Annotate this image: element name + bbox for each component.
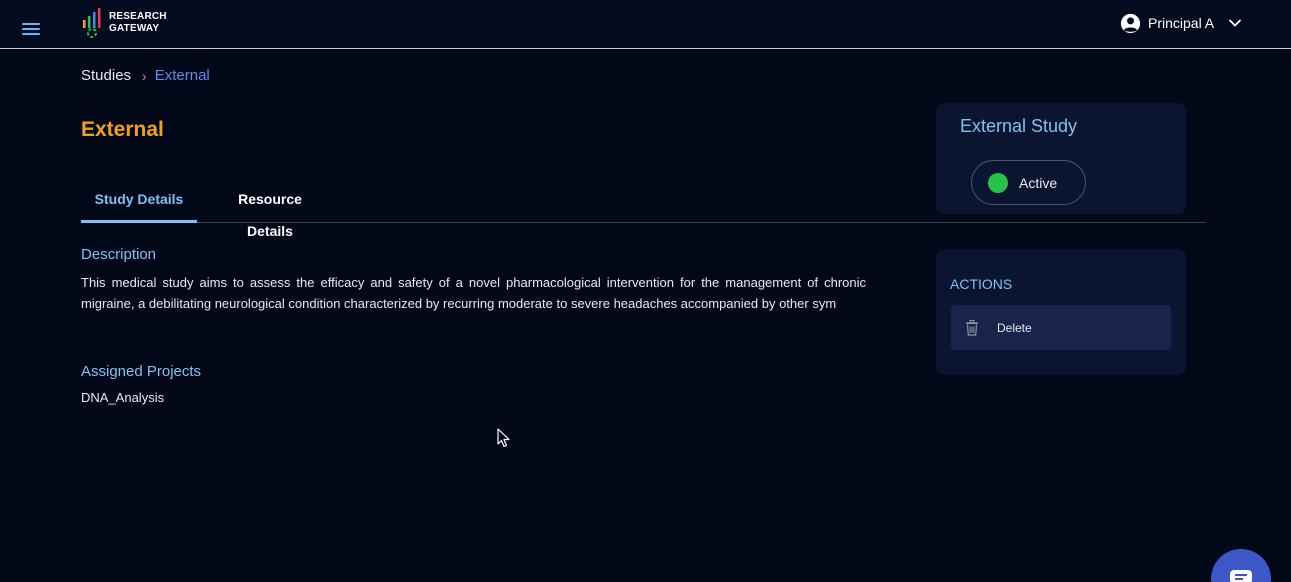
breadcrumb-current: External — [154, 67, 210, 84]
mouse-cursor-icon — [497, 428, 510, 448]
hamburger-icon[interactable] — [22, 23, 40, 37]
chat-button[interactable] — [1211, 549, 1271, 582]
assigned-project-item: DNA_Analysis — [81, 390, 165, 405]
breadcrumb-studies-link[interactable]: Studies — [81, 67, 131, 84]
actions-title: ACTIONS — [950, 276, 1013, 292]
top-navbar: RESEARCH GATEWAY Principal A — [0, 0, 1291, 49]
page-title: External — [81, 118, 164, 141]
status-text: Active — [1019, 174, 1058, 191]
study-status-card: External Study Active — [936, 103, 1186, 214]
tab-study-details[interactable]: Study Details — [81, 183, 197, 223]
status-dot-icon — [988, 172, 1008, 193]
logo-text: RESEARCH GATEWAY — [109, 11, 167, 35]
user-name: Principal A — [1148, 15, 1215, 31]
tab-resource-details[interactable]: Resource Details — [215, 183, 325, 239]
status-badge: Active — [971, 160, 1086, 205]
breadcrumb-separator: › — [142, 67, 147, 84]
user-menu[interactable]: Principal A — [1120, 11, 1242, 35]
trash-icon — [966, 319, 978, 336]
assigned-projects-label: Assigned Projects — [81, 363, 202, 380]
chevron-down-icon[interactable] — [1228, 16, 1242, 30]
logo[interactable]: RESEARCH GATEWAY — [81, 6, 167, 40]
user-circle-icon — [1120, 13, 1141, 33]
delete-button-label: Delete — [997, 320, 1032, 335]
actions-card: ACTIONS Delete — [936, 249, 1186, 375]
description-text: This medical study aims to assess the ef… — [81, 275, 866, 311]
logo-line-1: RESEARCH — [109, 11, 167, 22]
logo-mark-icon — [83, 8, 101, 38]
breadcrumb: Studies › External — [81, 67, 210, 84]
delete-button[interactable]: Delete — [951, 305, 1171, 350]
study-type-label: External Study — [960, 116, 1078, 136]
chat-icon — [1230, 570, 1252, 582]
logo-line-2: GATEWAY — [109, 23, 160, 34]
description-label: Description — [81, 246, 157, 263]
